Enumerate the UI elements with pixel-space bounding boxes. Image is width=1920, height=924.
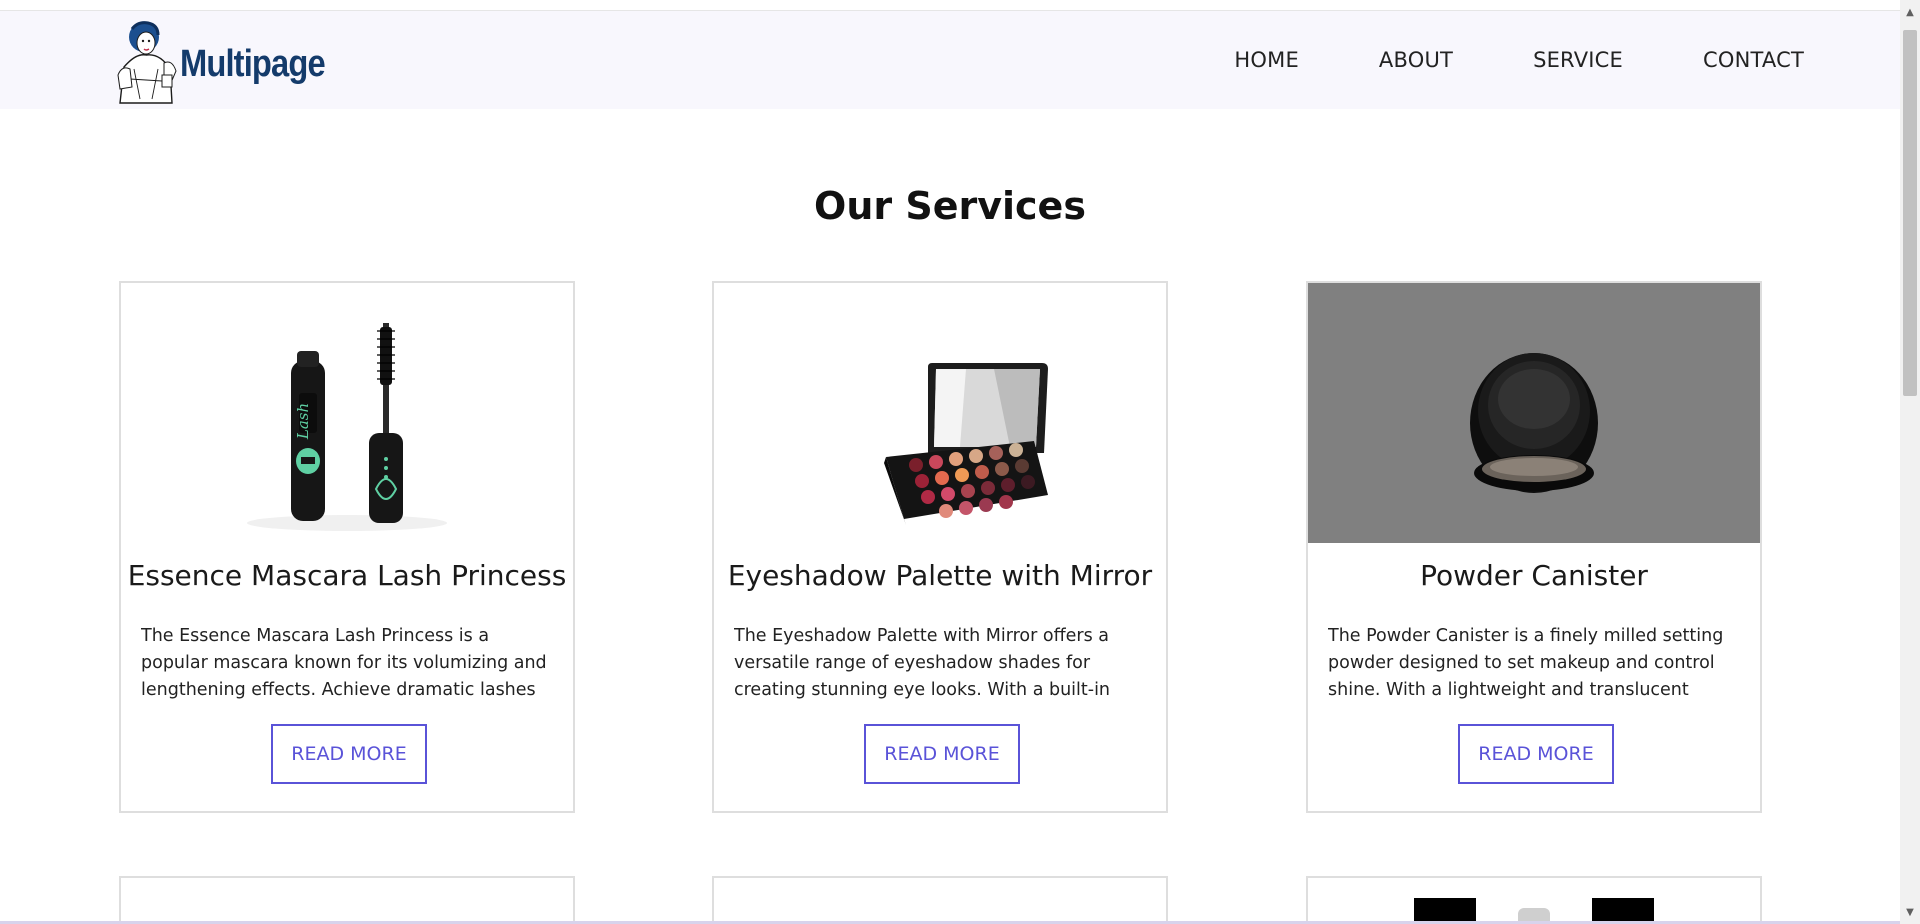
svg-text:Lash: Lash [294,403,312,440]
service-card [119,876,575,924]
nav-about[interactable]: ABOUT [1379,48,1453,72]
nav-contact[interactable]: CONTACT [1703,48,1804,72]
read-more-button[interactable]: READ MORE [271,724,427,784]
page: Multipage HOME ABOUT SERVICE CONTACT Our… [0,0,1920,924]
site-header: Multipage HOME ABOUT SERVICE CONTACT [0,11,1900,109]
card-title: Eyeshadow Palette with Mirror [727,559,1153,592]
vertical-scrollbar[interactable]: ▲ ▼ [1900,0,1920,924]
scroll-down-arrow-icon[interactable]: ▼ [1900,904,1920,922]
logo[interactable]: Multipage [114,18,348,106]
powder-canister-image [1308,283,1760,543]
service-card: Powder Canister The Powder Canister is a… [1306,281,1762,813]
service-card: Lash Essence Mascara Lash Princess The E… [119,281,575,813]
card-description: The Powder Canister is a finely milled s… [1328,626,1724,700]
logo-woman-icon [117,21,177,104]
service-card [1306,876,1762,924]
logo-text: Multipage [180,42,326,85]
scroll-up-arrow-icon[interactable]: ▲ [1900,4,1920,22]
scrollbar-thumb[interactable] [1903,30,1917,396]
nav-service[interactable]: SERVICE [1533,48,1623,72]
read-more-button[interactable]: READ MORE [864,724,1020,784]
eyeshadow-palette-image [714,283,1166,543]
card-title: Powder Canister [1420,559,1648,592]
product-image [1308,878,1760,924]
card-title: Essence Mascara Lash Princess [127,559,567,592]
card-description: The Essence Mascara Lash Princess is a p… [141,626,547,700]
main-nav: HOME ABOUT SERVICE CONTACT [1234,48,1804,72]
page-title: Our Services [814,184,1086,228]
nav-home[interactable]: HOME [1234,48,1299,72]
card-description: The Eyeshadow Palette with Mirror offers… [734,626,1111,700]
mascara-image: Lash [121,283,573,543]
top-edge [0,0,1900,11]
service-card: Eyeshadow Palette with Mirror The Eyesha… [712,281,1168,813]
service-card [712,876,1168,924]
read-more-button[interactable]: READ MORE [1458,724,1614,784]
